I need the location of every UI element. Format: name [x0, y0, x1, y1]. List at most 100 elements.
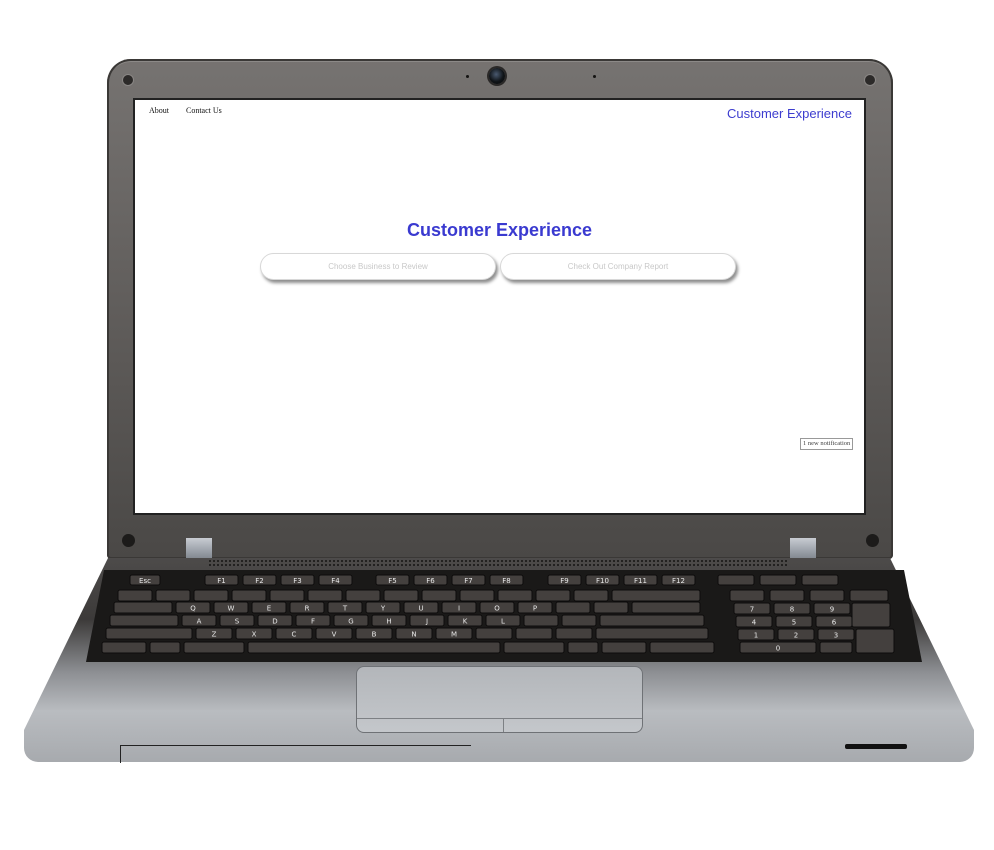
key-number-2	[193, 589, 229, 602]
key-k: K	[447, 614, 483, 627]
svg-text:X: X	[252, 631, 257, 639]
svg-text:2: 2	[794, 632, 798, 640]
key-y: Y	[365, 601, 401, 614]
key-f9: F9	[547, 574, 582, 586]
key-f1: F1	[204, 574, 239, 586]
key-number-0	[117, 589, 153, 602]
key-f11: F11	[623, 574, 658, 586]
key-v: V	[315, 627, 353, 640]
key-alt-gr	[503, 641, 565, 654]
svg-text:J: J	[425, 618, 428, 626]
svg-text:Y: Y	[380, 605, 386, 613]
svg-text:F11: F11	[634, 577, 647, 585]
key-m: M	[435, 627, 473, 640]
svg-text:Esc: Esc	[139, 577, 151, 585]
svg-text:F4: F4	[331, 577, 340, 585]
key-comma	[475, 627, 513, 640]
svg-text:F1: F1	[217, 577, 225, 585]
key-shift-right	[595, 627, 709, 640]
key-f3: F3	[280, 574, 315, 586]
touchpad[interactable]	[356, 666, 643, 733]
key-f: F	[295, 614, 331, 627]
key-i: I	[441, 601, 477, 614]
key-number-7	[383, 589, 419, 602]
svg-text:B: B	[372, 631, 377, 639]
key-np-top-2	[809, 589, 845, 602]
key-bracket-right	[593, 601, 629, 614]
key-np-3: 3	[817, 628, 855, 641]
key-e: E	[251, 601, 287, 614]
key-np-plus	[851, 602, 891, 628]
key-np-8: 8	[773, 602, 811, 615]
key-bracket-left	[555, 601, 591, 614]
svg-text:Q: Q	[190, 605, 196, 613]
svg-text:F8: F8	[502, 577, 510, 585]
svg-text:W: W	[228, 605, 235, 613]
key-ctrl-right	[601, 641, 647, 654]
key-ctrl-left	[101, 641, 147, 654]
key-f2: F2	[242, 574, 277, 586]
svg-text:9: 9	[830, 606, 834, 614]
key-f10: F10	[585, 574, 620, 586]
svg-text:O: O	[494, 605, 500, 613]
key-o: O	[479, 601, 515, 614]
key-d: D	[257, 614, 293, 627]
key-slash	[555, 627, 593, 640]
svg-text:C: C	[292, 631, 297, 639]
key-semicolon	[523, 614, 559, 627]
key-number-8	[421, 589, 457, 602]
key-g: G	[333, 614, 369, 627]
key-l: L	[485, 614, 521, 627]
svg-text:A: A	[197, 618, 202, 626]
svg-text:P: P	[533, 605, 537, 613]
key-np-0: 0	[739, 641, 817, 654]
key-number-12	[573, 589, 609, 602]
key-nav-2	[801, 574, 839, 586]
key-fn	[149, 641, 181, 654]
key-enter	[599, 614, 705, 627]
key-number-5	[307, 589, 343, 602]
svg-text:5: 5	[792, 619, 796, 627]
svg-text:R: R	[305, 605, 310, 613]
key-np-1: 1	[737, 628, 775, 641]
svg-text:M: M	[451, 631, 457, 639]
svg-text:6: 6	[832, 619, 837, 627]
svg-text:F5: F5	[388, 577, 396, 585]
svg-text:F: F	[311, 618, 315, 626]
key-f4: F4	[318, 574, 353, 586]
key-np-top-0	[729, 589, 765, 602]
key-nav-1	[759, 574, 797, 586]
key-period	[515, 627, 553, 640]
svg-text:F12: F12	[672, 577, 685, 585]
key-number-9	[459, 589, 495, 602]
key-np-7: 7	[733, 602, 771, 615]
key-b: B	[355, 627, 393, 640]
svg-text:F10: F10	[596, 577, 609, 585]
key-number-6	[345, 589, 381, 602]
svg-text:D: D	[272, 618, 277, 626]
key-number-11	[535, 589, 571, 602]
key-alt	[183, 641, 245, 654]
svg-text:T: T	[342, 605, 348, 613]
key-f12: F12	[661, 574, 696, 586]
key-quote	[561, 614, 597, 627]
touchpad-button-split	[503, 718, 504, 732]
key-shift-left	[105, 627, 193, 640]
svg-text:7: 7	[750, 606, 754, 614]
key-number-3	[231, 589, 267, 602]
key-arrows	[649, 641, 715, 654]
svg-text:N: N	[411, 631, 416, 639]
front-lip	[120, 745, 471, 763]
key-x: X	[235, 627, 273, 640]
key-h: H	[371, 614, 407, 627]
svg-text:I: I	[458, 605, 460, 613]
key-f6: F6	[413, 574, 448, 586]
key-caps	[109, 614, 179, 627]
key-np-top-1	[769, 589, 805, 602]
key-np-5: 5	[775, 615, 813, 628]
key-j: J	[409, 614, 445, 627]
svg-text:G: G	[348, 618, 353, 626]
svg-text:E: E	[267, 605, 271, 613]
key-esc: Esc	[129, 574, 161, 586]
svg-text:F2: F2	[255, 577, 263, 585]
